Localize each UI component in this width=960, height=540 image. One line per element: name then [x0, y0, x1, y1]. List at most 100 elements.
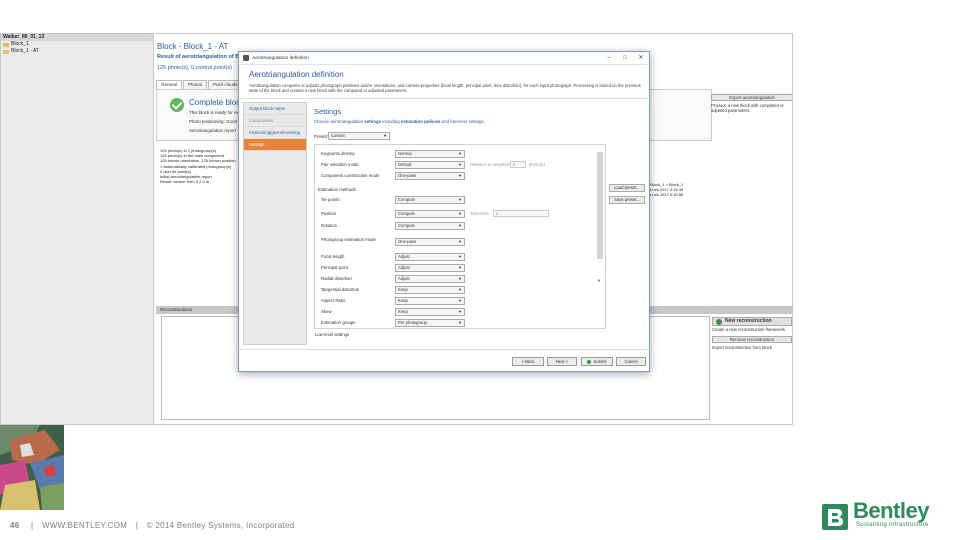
component-mode-dropdown[interactable]: One-pass ▼	[395, 172, 465, 180]
folder-icon	[3, 42, 9, 47]
chevron-down-icon: ▼	[458, 211, 462, 216]
log-line: a m/s 2017 4:16 56	[649, 192, 684, 198]
cancel-button[interactable]: Cancel	[616, 357, 646, 366]
chevron-down-icon: ▼	[458, 239, 462, 244]
scroll-down-icon[interactable]: ▼	[597, 278, 601, 283]
tab-photos[interactable]: Photos	[183, 80, 208, 89]
footer-separator: |	[31, 521, 34, 530]
low-level-settings-label[interactable]: Low-level settings	[315, 332, 349, 337]
photogroup-mode-label: Photogroup estimation mode	[321, 237, 376, 242]
recon-side-panel: Create a new reconstruction framework Re…	[712, 327, 792, 350]
aspect-ratio-label: Aspect Ratio	[321, 298, 346, 303]
skew-dropdown[interactable]: Keep ▼	[395, 308, 465, 316]
settings-scrollbar[interactable]	[597, 152, 603, 259]
block-title: Block - Block_1 - AT	[157, 42, 229, 51]
tolerance-input[interactable]: 0	[493, 210, 549, 217]
tree-header[interactable]: Walker_MI_01_13	[1, 34, 153, 41]
dialog-titlebar[interactable]: Aerotriangulation definition – □ ✕	[239, 52, 649, 65]
chevron-down-icon: ▼	[458, 287, 462, 292]
page-number: 46	[10, 521, 20, 530]
settings-description: Choose aerotriangulation settings includ…	[314, 119, 485, 124]
dialog-footer: < Back Next > Submit Cancel	[239, 349, 649, 371]
dialog-window-title: Aerotriangulation definition	[252, 55, 309, 61]
wizard-steps: Output block name Components Positioning…	[243, 102, 307, 345]
logo-wordmark: Bentley	[853, 498, 929, 523]
chevron-down-icon: ▼	[458, 223, 462, 228]
settings-heading: Settings	[314, 107, 342, 116]
save-preset-button[interactable]: Save preset...	[609, 196, 645, 204]
radial-distortion-dropdown[interactable]: Adjust ▼	[395, 275, 465, 283]
slide-footer: 46 | WWW.BENTLEY.COM | © 2014 Bentley Sy…	[10, 521, 295, 530]
settings-pane: Settings Choose aerotriangulation settin…	[311, 102, 645, 345]
rotation-dropdown[interactable]: Compute ▼	[395, 222, 465, 230]
positioning-line: Photo positioning: Good	[189, 119, 238, 124]
skew-label: Skew	[321, 309, 332, 314]
chevron-down-icon: ▼	[458, 197, 462, 202]
tolerance-label: Tolerance:	[470, 211, 490, 216]
chevron-down-icon: ▼	[458, 309, 462, 314]
estimation-groups-dropdown[interactable]: Per photogroup ▼	[395, 319, 465, 327]
focal-length-label: Focal length	[321, 254, 345, 259]
neighbors-input[interactable]: 0	[510, 161, 526, 168]
principal-point-dropdown[interactable]: Adjust ▼	[395, 264, 465, 272]
block-tabs: General Photos Point clouds	[156, 80, 244, 89]
settings-form: Keypoints density Normal ▼ Pair selection…	[314, 144, 606, 329]
divider	[239, 98, 649, 99]
export-at-description: Produce a new block with completed or ad…	[711, 103, 784, 113]
aerotriangulation-dialog: Aerotriangulation definition – □ ✕ Aerot…	[238, 51, 650, 372]
principal-point-label: Principal point	[321, 265, 348, 270]
dialog-heading: Aerotriangulation definition	[249, 70, 344, 79]
folder-icon	[3, 49, 9, 54]
position-dropdown[interactable]: Compute ▼	[395, 210, 465, 218]
next-button[interactable]: Next >	[547, 357, 577, 366]
estimation-section-label: Estimation methods	[318, 187, 356, 192]
step-output-block-name[interactable]: Output block name	[244, 103, 306, 115]
export-at-button[interactable]: Export aerotriangulation	[711, 94, 792, 101]
import-recon-description: Import reconstruction from block	[712, 345, 772, 350]
maximize-button[interactable]: □	[617, 52, 633, 65]
step-components: Components	[244, 115, 306, 127]
chevron-down-icon: ▼	[458, 298, 462, 303]
tree-item-block[interactable]: Block_1	[1, 41, 153, 48]
dialog-description: Aerotriangulation computes or adjusts ph…	[249, 83, 641, 94]
block-stats[interactable]: 125 photo(s), 0 control point(s)	[157, 65, 232, 71]
chevron-down-icon: ▼	[458, 173, 462, 178]
aspect-ratio-dropdown[interactable]: Keep ▼	[395, 297, 465, 305]
component-mode-label: Component construction mode	[321, 173, 380, 178]
pair-selection-dropdown[interactable]: Default ▼	[395, 161, 465, 169]
remove-reconstruction-button[interactable]: Remove reconstruction	[712, 336, 792, 343]
tie-points-dropdown[interactable]: Compute ▼	[395, 196, 465, 204]
estimation-groups-label: Estimation groups	[321, 320, 356, 325]
logo-tagline: Sustaining Infrastructure	[856, 522, 929, 528]
back-button[interactable]: < Back	[512, 357, 544, 366]
submit-button[interactable]: Submit	[581, 357, 613, 366]
map-thumbnail-image	[0, 425, 64, 510]
pair-selection-label: Pair selection mode	[321, 162, 359, 167]
copyright-text: © 2014 Bentley Systems, Incorporated	[146, 521, 295, 530]
preset-dropdown[interactable]: Custom ▼	[328, 132, 390, 140]
minimize-button[interactable]: –	[601, 52, 617, 65]
tangential-distortion-dropdown[interactable]: Keep ▼	[395, 286, 465, 294]
chevron-down-icon: ▼	[458, 265, 462, 270]
chevron-down-icon: ▼	[383, 133, 387, 138]
keypoints-density-dropdown[interactable]: Normal ▼	[395, 150, 465, 158]
focal-length-dropdown[interactable]: Adjust ▼	[395, 253, 465, 261]
app-icon	[243, 55, 249, 61]
at-report-link[interactable]: Aerotriangulation report	[189, 128, 236, 133]
tree-item-block-at[interactable]: Block_1 - AT	[1, 48, 153, 55]
chevron-down-icon: ▼	[458, 162, 462, 167]
close-button[interactable]: ✕	[633, 52, 649, 65]
tangential-distortion-label: Tangential distortion	[321, 287, 360, 292]
neighbors-label: Distance to neighbors:	[470, 162, 513, 167]
tab-general[interactable]: General	[156, 80, 183, 89]
website-link[interactable]: WWW.BENTLEY.COM	[42, 521, 127, 530]
step-positioning[interactable]: Positioning/georeferencing	[244, 127, 306, 139]
check-circle-icon	[170, 98, 184, 112]
new-reconstruction-button[interactable]: New reconstruction	[712, 317, 792, 326]
radial-distortion-label: Radial distortion	[321, 276, 352, 281]
photogroup-mode-dropdown[interactable]: One-pass ▼	[395, 238, 465, 246]
keypoints-density-label: Keypoints density	[321, 151, 355, 156]
rotation-label: Rotation	[321, 223, 338, 228]
step-settings[interactable]: Settings	[244, 139, 306, 151]
load-preset-button[interactable]: Load preset...	[609, 184, 645, 192]
